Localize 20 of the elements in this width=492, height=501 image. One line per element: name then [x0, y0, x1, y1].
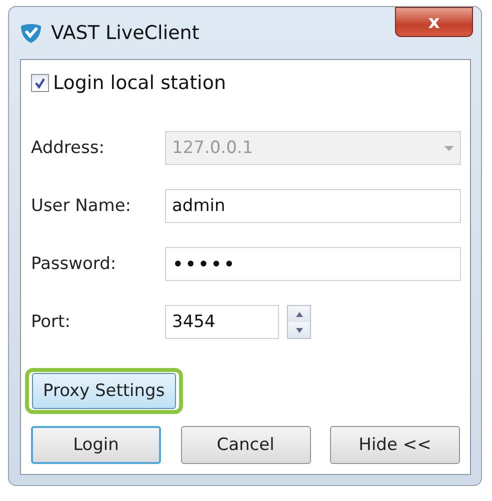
caret-down-icon: [296, 328, 302, 332]
caret-up-icon: [296, 312, 302, 316]
dialog-button[interactable]: Hide <<: [330, 426, 460, 464]
checkmark-icon: [34, 77, 46, 89]
spinner-control[interactable]: [287, 305, 311, 339]
password-field[interactable]: •••••: [165, 247, 461, 281]
dialog-button[interactable]: Cancel: [180, 426, 310, 464]
proxy-settings-button[interactable]: Proxy Settings: [32, 373, 176, 409]
dialog-button[interactable]: Login: [31, 426, 161, 464]
field-label: User Name:: [31, 196, 132, 216]
input-field[interactable]: admin: [165, 189, 461, 223]
input-field[interactable]: 3454: [165, 305, 279, 339]
field-label: Password:: [31, 254, 118, 274]
checkbox-label: Login local station: [53, 72, 226, 94]
shield-check-icon: [19, 22, 43, 44]
window-title: VAST LiveClient: [51, 22, 200, 44]
close-button[interactable]: x: [395, 7, 473, 37]
field-label: Port:: [31, 312, 72, 332]
field-label: Address:: [31, 138, 106, 158]
checkbox[interactable]: [31, 74, 49, 92]
